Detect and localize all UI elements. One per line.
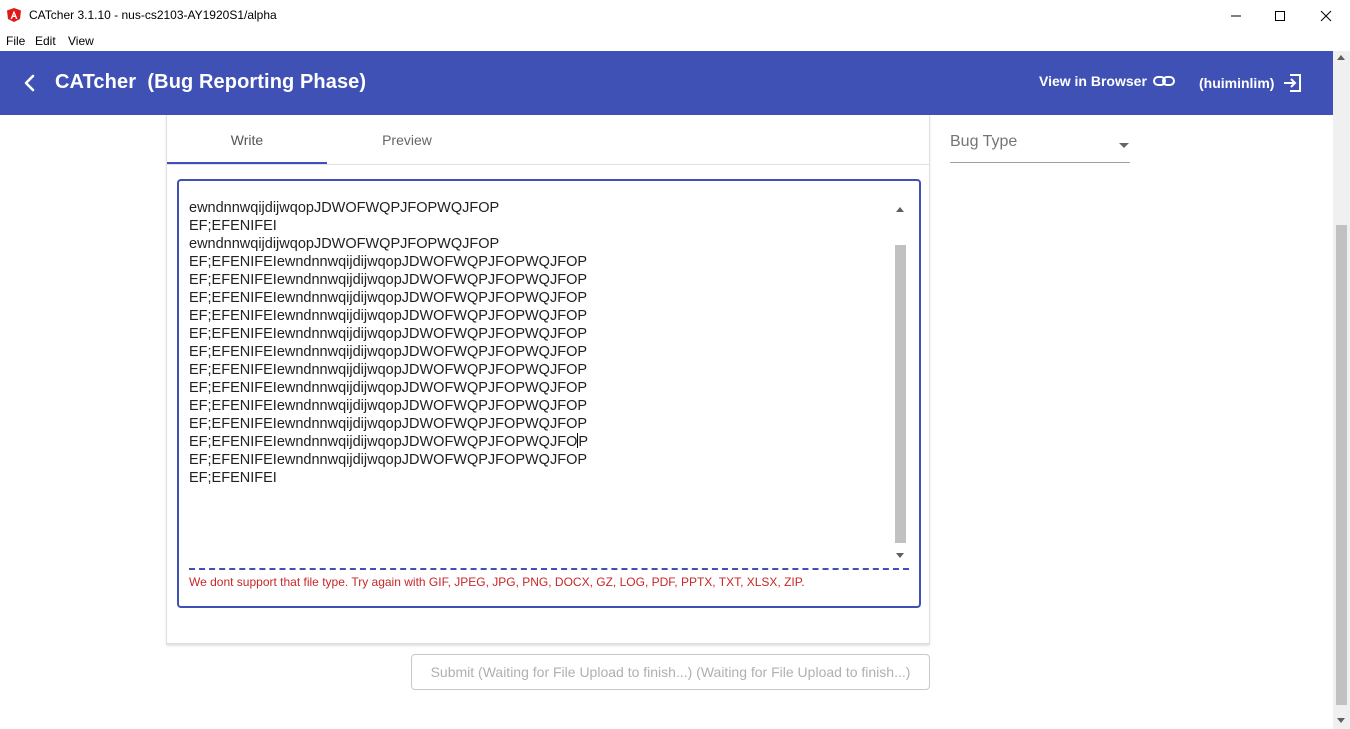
description-card: Write Preview , ewndnnwqijdijwqopJDWOFWQ… bbox=[166, 115, 930, 644]
angular-logo-icon bbox=[7, 8, 21, 22]
bug-type-select[interactable]: Bug Type bbox=[950, 131, 1130, 163]
dropdown-arrow-icon bbox=[1119, 143, 1129, 148]
text-line: EF;EFENIFEIewndnnwqijdijwqopJDWOFWQPJFOP… bbox=[189, 344, 588, 360]
textarea-scroll-down-icon[interactable] bbox=[896, 553, 904, 558]
text-line: EF;EFENIFEIewndnnwqijdijwqopJDWOFWQPJFOP… bbox=[189, 308, 588, 324]
text-line: EF;EFENIFEI bbox=[189, 470, 277, 486]
maximize-button[interactable] bbox=[1257, 0, 1303, 31]
text-line: ewndnnwqijdijwqopJDWOFWQPJFOPWQJFOP bbox=[189, 200, 500, 216]
menu-bar: File Edit View bbox=[0, 31, 1350, 51]
minimize-icon bbox=[1231, 15, 1241, 16]
textarea-scroll-up-icon[interactable] bbox=[896, 207, 904, 212]
logout-button[interactable]: (huiminlim) bbox=[1199, 73, 1302, 93]
page-scrollbar[interactable] bbox=[1333, 51, 1350, 729]
username-label: (huiminlim) bbox=[1199, 75, 1275, 91]
scroll-up-arrow-icon[interactable] bbox=[1337, 55, 1345, 60]
menu-file[interactable]: File bbox=[6, 34, 25, 48]
close-button[interactable] bbox=[1303, 0, 1349, 31]
submit-button[interactable]: Submit (Waiting for File Upload to finis… bbox=[411, 654, 930, 690]
description-textarea[interactable]: , ewndnnwqijdijwqopJDWOFWQPJFOPWQJFOPEF;… bbox=[189, 193, 889, 563]
text-line: EF;EFENIFEIewndnnwqijdijwqopJDWOFWQPJFOP… bbox=[189, 433, 889, 451]
text-line: EF;EFENIFEIewndnnwqijdijwqopJDWOFWQPJFOP… bbox=[189, 362, 588, 378]
minimize-button[interactable] bbox=[1213, 0, 1259, 31]
window-title: CATcher 3.1.10 - nus-cs2103-AY1920S1/alp… bbox=[29, 8, 277, 22]
text-line: EF;EFENIFEIewndnnwqijdijwqopJDWOFWQPJFOP… bbox=[189, 326, 588, 342]
text-after-caret: P bbox=[578, 434, 589, 450]
text-line: EF;EFENIFEIewndnnwqijdijwqopJDWOFWQPJFOP… bbox=[189, 452, 588, 468]
editor-tabs: Write Preview bbox=[167, 115, 929, 165]
text-line: EF;EFENIFEIewndnnwqijdijwqopJDWOFWQPJFOP… bbox=[189, 290, 588, 306]
scroll-down-arrow-icon[interactable] bbox=[1337, 718, 1345, 723]
active-tab-indicator bbox=[167, 162, 327, 164]
textarea-scrollbar[interactable] bbox=[892, 201, 908, 567]
app-title: CATcher (Bug Reporting Phase) bbox=[55, 71, 367, 93]
scrollbar-thumb[interactable] bbox=[1336, 225, 1347, 705]
view-in-browser-button[interactable]: View in Browser bbox=[1039, 73, 1175, 89]
text-line: EF;EFENIFEIewndnnwqijdijwqopJDWOFWQPJFOP… bbox=[189, 398, 588, 414]
text-line: ewndnnwqijdijwqopJDWOFWQPJFOPWQJFOP bbox=[189, 236, 500, 252]
back-arrow-icon[interactable] bbox=[20, 73, 40, 93]
text-lines: ewndnnwqijdijwqopJDWOFWQPJFOPWQJFOP EF;EF… bbox=[189, 199, 889, 487]
link-icon bbox=[1152, 76, 1175, 86]
textarea-scrollbar-thumb[interactable] bbox=[895, 245, 906, 543]
text-before-caret: EF;EFENIFEIewndnnwqijdijwqopJDWOFWQPJFOP… bbox=[189, 434, 578, 450]
app-toolbar: CATcher (Bug Reporting Phase) View in Br… bbox=[0, 51, 1333, 115]
text-line: EF;EFENIFEIewndnnwqijdijwqopJDWOFWQPJFOP… bbox=[189, 254, 588, 270]
text-line: EF;EFENIFEIewndnnwqijdijwqopJDWOFWQPJFOP… bbox=[189, 272, 588, 288]
view-in-browser-label: View in Browser bbox=[1039, 73, 1147, 89]
tab-preview[interactable]: Preview bbox=[327, 115, 487, 164]
upload-error-message: We dont support that file type. Try agai… bbox=[189, 575, 805, 589]
logout-icon bbox=[1284, 74, 1302, 92]
text-line: EF;EFENIFEI bbox=[189, 218, 277, 234]
window-titlebar: CATcher 3.1.10 - nus-cs2103-AY1920S1/alp… bbox=[0, 0, 1350, 31]
menu-view[interactable]: View bbox=[68, 34, 94, 48]
menu-edit[interactable]: Edit bbox=[35, 34, 56, 48]
text-line: EF;EFENIFEIewndnnwqijdijwqopJDWOFWQPJFOP… bbox=[189, 416, 588, 432]
maximize-icon bbox=[1275, 10, 1285, 21]
description-editor[interactable]: , ewndnnwqijdijwqopJDWOFWQPJFOPWQJFOPEF;… bbox=[177, 179, 921, 608]
bug-type-label: Bug Type bbox=[950, 133, 1018, 150]
tab-write[interactable]: Write bbox=[167, 115, 327, 164]
close-icon bbox=[1320, 10, 1332, 21]
text-line: EF;EFENIFEIewndnnwqijdijwqopJDWOFWQPJFOP… bbox=[189, 380, 588, 396]
file-drop-zone-divider bbox=[189, 568, 909, 570]
